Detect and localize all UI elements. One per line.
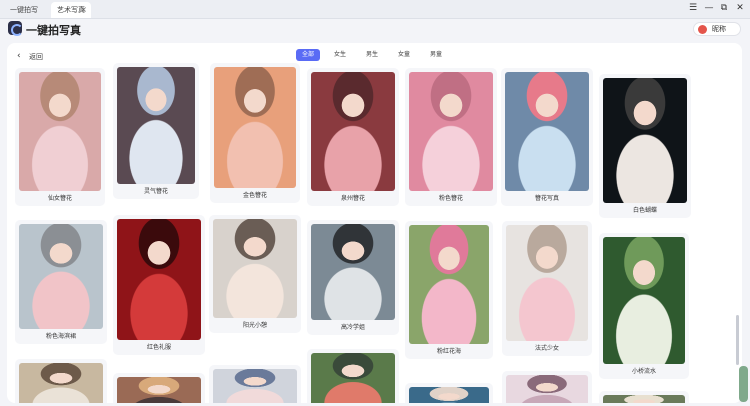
app-logo-icon [8,21,23,36]
card-photo [19,224,103,329]
style-card[interactable]: 粉红花海 [405,221,493,359]
card-photo [506,225,588,341]
card-photo [505,72,589,191]
card-photo [311,353,395,403]
card-label: 阳光小憩 [242,322,267,329]
card-label: 簪花写真 [534,195,559,202]
card-photo [506,375,588,403]
style-card[interactable]: 簪花写真 [501,68,593,206]
card-label: 小桥流水 [631,368,656,375]
menu-icon[interactable]: ☰ [687,3,699,13]
close-window-icon[interactable]: ✕ [734,3,746,13]
style-card[interactable] [113,373,205,403]
style-card[interactable]: 金色簪花 [210,63,300,203]
card-label: 金色簪花 [242,192,267,199]
style-card[interactable]: 白色蝴蝶 [599,74,691,218]
card-label: 灵气簪花 [143,188,168,195]
style-card[interactable]: 阳光小憩 [209,215,301,333]
style-card[interactable]: 泉州簪花 [307,68,399,206]
style-card[interactable] [307,349,399,403]
card-photo [409,387,489,403]
card-photo [117,377,201,403]
app-header [0,19,750,41]
card-photo [603,237,685,364]
card-label: 高冷学姐 [340,324,365,331]
style-card[interactable]: 粉色海滨裙 [15,220,107,344]
card-photo [19,363,103,403]
photo-grid: 仙女簪花 灵气簪花 金色簪花 泉州簪花 粉色簪花 簪花写真 白色蝴蝶 粉色海滨裙… [7,43,742,403]
card-photo [117,219,201,340]
restore-icon[interactable]: ⧉ [718,3,730,13]
card-label: 法式少女 [534,345,559,352]
card-photo [409,225,489,344]
card-photo [311,224,395,320]
card-label: 泉州簪花 [340,195,365,202]
card-photo [19,72,101,191]
card-label: 白色蝴蝶 [632,207,657,214]
card-photo [603,395,685,403]
card-photo [213,369,297,403]
card-photo [603,78,687,203]
tab-art-portrait[interactable]: 艺术写真 × [51,2,91,18]
scrollbar-thumb[interactable] [736,315,739,365]
style-card[interactable] [599,391,689,403]
close-tab-icon[interactable]: × [80,2,87,18]
card-label: 粉色海滨裙 [45,333,76,340]
content-panel: ‹ 返回 全部 女生 男生 女童 男童 仙女簪花 灵气簪花 金色簪花 泉州簪花 … [7,43,742,403]
style-card[interactable]: 灵气簪花 [113,63,199,199]
minimize-icon[interactable]: — [703,3,715,13]
style-card[interactable]: 红色礼服 [113,215,205,355]
title-bar: 一键拍写真 艺术写真× ☰ — ⧉ ✕ [0,0,750,30]
card-photo [409,72,493,191]
card-label: 红色礼服 [146,344,171,351]
card-label: 仙女簪花 [47,195,72,202]
style-card[interactable] [502,371,592,403]
style-card[interactable]: 法式少女 [502,221,592,356]
style-card[interactable]: 高冷学姐 [307,220,399,335]
side-widget[interactable] [739,366,748,402]
app-title: 一键拍写真 [26,24,81,37]
user-name: 昵称 [712,25,726,33]
card-photo [214,67,296,188]
style-card[interactable] [209,365,301,403]
style-card[interactable]: 小桥流水 [599,233,689,379]
avatar [698,25,707,34]
style-card[interactable]: 粉色簪花 [405,68,497,206]
style-card[interactable] [15,359,107,403]
card-label: 粉红花海 [436,348,461,355]
user-button[interactable]: 昵称 [693,22,741,36]
card-photo [117,67,195,184]
tab-home[interactable]: 一键拍写真 [4,2,48,30]
card-photo [311,72,395,191]
style-card[interactable]: 仙女簪花 [15,68,105,206]
card-label: 粉色簪花 [438,195,463,202]
style-card[interactable] [405,383,493,403]
card-photo [213,219,297,318]
